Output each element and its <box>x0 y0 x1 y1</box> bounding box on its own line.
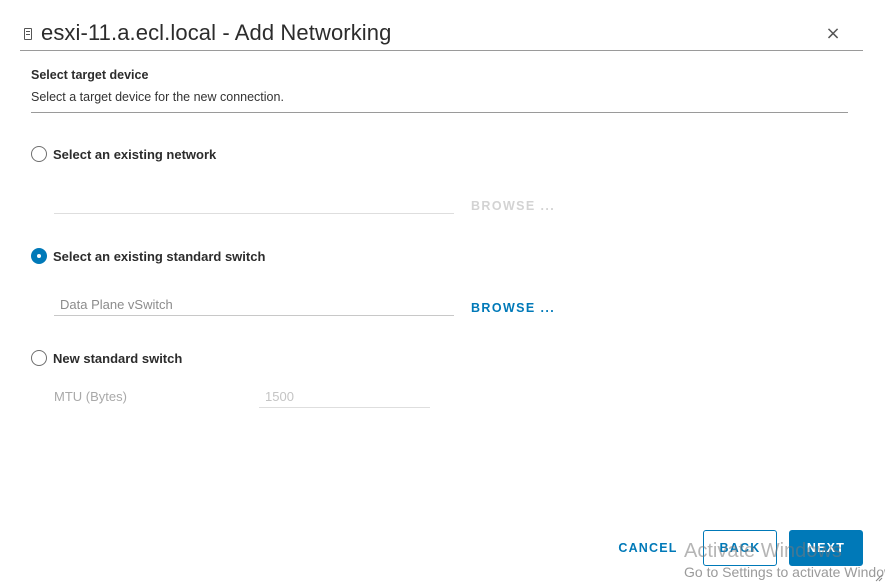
switch-input[interactable]: Data Plane vSwitch <box>54 294 454 316</box>
radio-button-unchecked[interactable] <box>31 350 47 366</box>
close-icon[interactable]: × <box>824 25 842 43</box>
radio-existing-network[interactable]: Select an existing network <box>31 145 216 163</box>
activate-windows-hint: Go to Settings to activate Windows. <box>684 564 885 580</box>
step-description: Select a target device for the new conne… <box>31 90 284 104</box>
radio-label-new-switch: New standard switch <box>53 350 183 366</box>
mtu-label: MTU (Bytes) <box>54 389 127 404</box>
radio-label-existing-network: Select an existing network <box>53 146 217 162</box>
radio-new-switch[interactable]: New standard switch <box>31 349 182 367</box>
dialog-title: esxi-11.a.ecl.local - Add Networking <box>41 20 392 45</box>
radio-button-checked[interactable] <box>31 248 47 264</box>
radio-existing-switch[interactable]: Select an existing standard switch <box>31 247 265 265</box>
radio-button-unchecked[interactable] <box>31 146 47 162</box>
dialog-header: esxi-11.a.ecl.local - Add Networking × <box>20 18 863 51</box>
mtu-input[interactable]: 1500 <box>259 386 430 408</box>
browse-switch-button[interactable]: BROWSE ... <box>471 301 555 315</box>
back-button[interactable]: BACK <box>703 530 777 566</box>
network-input[interactable] <box>54 192 454 214</box>
step-header: Select target device Select a target dev… <box>31 68 848 113</box>
next-button[interactable]: NEXT <box>789 530 863 566</box>
host-icon <box>24 28 32 40</box>
step-title: Select target device <box>31 68 149 82</box>
browse-network-button[interactable]: BROWSE ... <box>471 199 555 213</box>
resize-grip-icon[interactable] <box>874 573 883 582</box>
radio-label-existing-switch: Select an existing standard switch <box>53 248 266 264</box>
cancel-button[interactable]: CANCEL <box>612 530 684 566</box>
